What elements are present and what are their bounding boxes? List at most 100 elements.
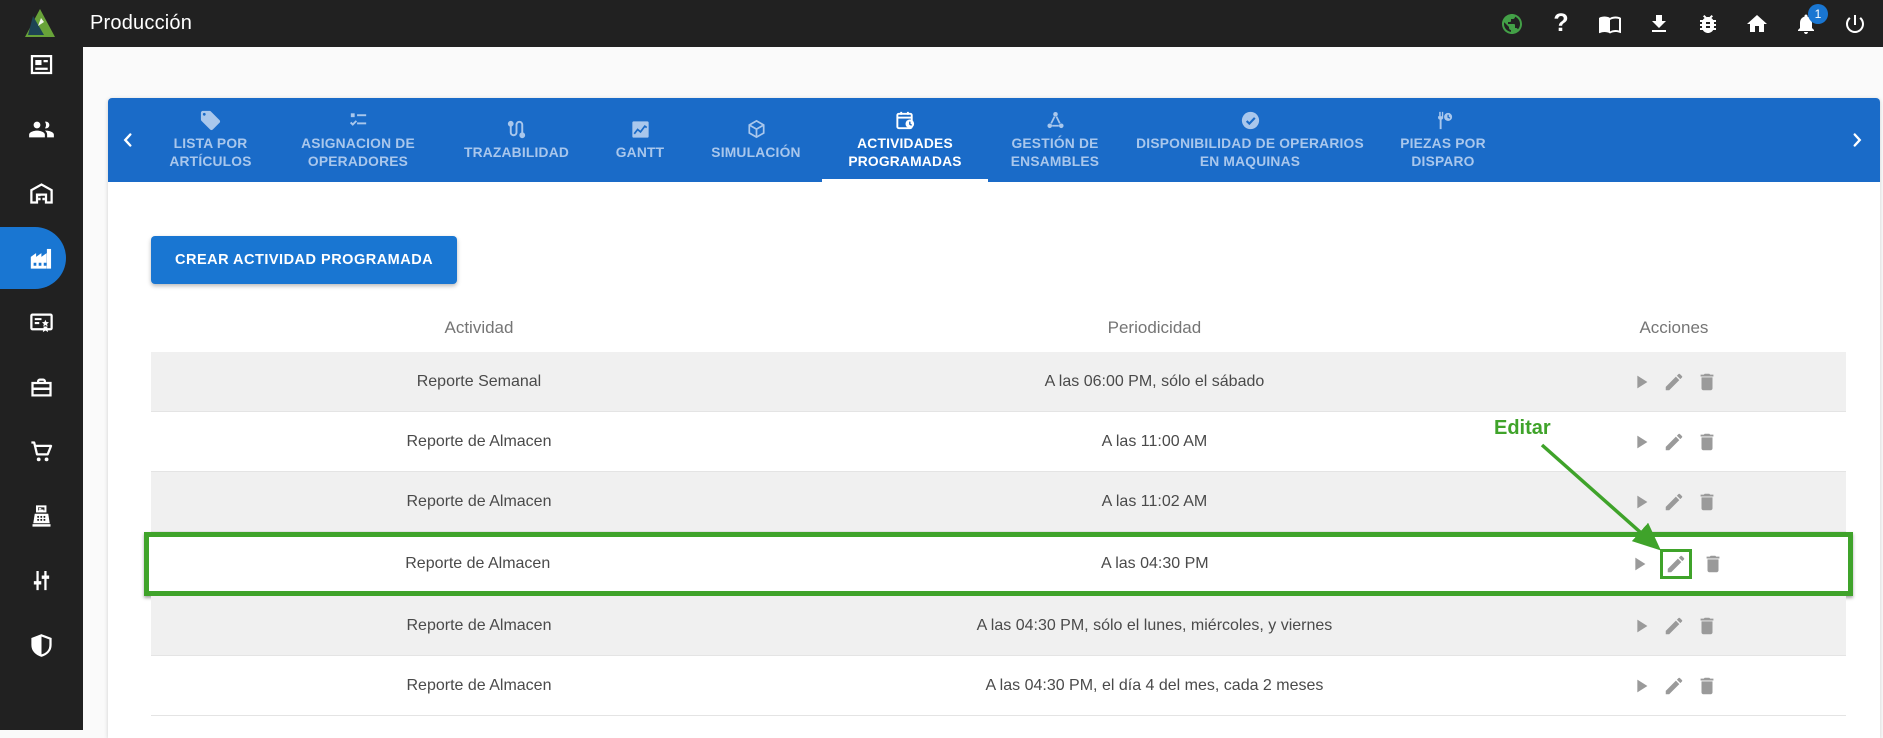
actions-cell [1502,490,1846,514]
tab-label: SIMULACIÓN [711,145,801,161]
sidebar-item-security[interactable] [0,614,83,676]
people-icon [28,116,55,143]
play-icon [1630,491,1652,513]
edit-icon [1665,553,1687,575]
table-row: Reporte Semanal A las 06:00 PM, sólo el s… [151,352,1846,412]
bug-icon[interactable] [1695,11,1721,37]
edit-button[interactable] [1659,549,1692,579]
table-row: Reporte de Almacen A las 04:30 PM, el día… [151,656,1846,716]
sidebar-item-pos[interactable] [0,485,83,547]
periodicity-cell: A las 04:30 PM, sólo el lunes, miércoles… [976,616,1333,634]
topbar-actions: ? 1 [1499,3,1883,37]
check-circle-icon [1239,109,1262,135]
edit-button[interactable] [1662,490,1686,514]
cart-icon [28,438,55,465]
edit-button[interactable] [1662,430,1686,454]
activities-table: Actividad Periodicidad Acciones Reporte … [144,304,1853,716]
tab-lista-por-art-culos[interactable]: LISTA POR ARTÍCULOS [148,98,273,182]
play-button[interactable] [1629,370,1653,394]
tab-label: PIEZAS POR DISPARO [1400,136,1486,169]
tab-actividades-programadas[interactable]: ACTIVIDADES PROGRAMADAS [822,98,988,182]
home-icon[interactable] [1744,11,1770,37]
delete-button[interactable] [1695,430,1719,454]
sidebar [0,47,83,730]
play-button[interactable] [1629,490,1653,514]
sidebar-item-staff[interactable] [0,98,83,160]
play-button[interactable] [1629,430,1653,454]
table-row: Reporte de Almacen A las 11:02 AM [151,472,1846,532]
sidebar-item-purchases[interactable] [0,420,83,482]
actions-cell [1503,549,1848,579]
table-body: Reporte Semanal A las 06:00 PM, sólo el s… [144,352,1853,716]
notification-badge: 1 [1808,3,1828,24]
create-scheduled-activity-button[interactable]: CREAR ACTIVIDAD PROGRAMADA [151,236,458,284]
power-icon[interactable] [1842,11,1868,37]
book-icon[interactable] [1597,11,1623,37]
tab-asignacion-de-operadores[interactable]: ASIGNACION DE OPERADORES [273,98,443,182]
tabs-scroll-left[interactable] [108,98,148,182]
tabs-scroll-right[interactable] [1834,98,1880,182]
sidebar-item-production[interactable] [0,227,83,289]
delete-button[interactable] [1695,674,1719,698]
tag-icon [199,109,222,135]
edit-button[interactable] [1662,614,1686,638]
play-button[interactable] [1629,614,1653,638]
tab-label: GESTIÓN DE ENSAMBLES [1010,136,1100,169]
play-icon [1630,431,1652,453]
tab-trazabilidad[interactable]: TRAZABILIDAD [443,98,590,182]
activity-cell: Reporte de Almacen [406,432,552,450]
play-icon [1630,615,1652,637]
briefcase-icon [28,374,55,401]
play-button[interactable] [1629,674,1653,698]
sidebar-item-warehouse[interactable] [0,162,83,224]
download-icon[interactable] [1646,11,1672,37]
edit-icon [1663,371,1685,393]
tab-gesti-n-de-ensambles[interactable]: GESTIÓN DE ENSAMBLES [988,98,1122,182]
sidebar-item-configuration[interactable] [0,549,83,611]
factory-icon [28,245,55,272]
cash-register-icon [28,503,55,530]
edit-icon [1663,431,1685,453]
delete-button[interactable] [1695,614,1719,638]
shield-icon [28,632,55,659]
chart-icon [629,118,652,144]
periodicity-cell: A las 04:30 PM, el día 4 del mes, cada 2… [985,676,1324,694]
delete-icon [1696,491,1718,513]
edit-button[interactable] [1662,370,1686,394]
activity-cell: Reporte de Almacen [405,555,551,572]
periodicity-cell: A las 06:00 PM, sólo el sábado [1044,372,1265,390]
tab-label: LISTA POR ARTÍCULOS [169,136,252,169]
editar-annotation-label: Editar [1494,417,1551,439]
topbar: Producción ? 1 [0,0,1883,47]
play-button[interactable] [1627,552,1651,576]
tab-label: DISPONIBILIDAD DE OPERARIOS EN MAQUINAS [1136,136,1364,169]
periodicity-cell: A las 11:00 AM [1101,432,1208,450]
help-icon[interactable]: ? [1548,11,1574,37]
activity-cell: Reporte de Almacen [406,492,552,510]
tab-content: CREAR ACTIVIDAD PROGRAMADA Actividad Per… [108,182,1880,716]
sidebar-item-assets[interactable] [0,356,83,418]
globe-icon[interactable] [1499,11,1525,37]
tab-simulaci-n[interactable]: SIMULACIÓN [690,98,822,182]
edit-icon [1663,675,1685,697]
tab-disponibilidad-de-operarios-en-maquinas[interactable]: DISPONIBILIDAD DE OPERARIOS EN MAQUINAS [1122,98,1378,182]
actions-cell [1502,430,1846,454]
table-header-row: Actividad Periodicidad Acciones [151,304,1846,352]
delete-button[interactable] [1695,370,1719,394]
delete-button[interactable] [1695,490,1719,514]
edit-button[interactable] [1662,674,1686,698]
delete-icon [1702,553,1724,575]
delete-icon [1696,371,1718,393]
tab-gantt[interactable]: GANTT [590,98,690,182]
play-icon [1630,371,1652,393]
table-row: Reporte de Almacen A las 11:00 AM [151,412,1846,472]
notifications-icon[interactable]: 1 [1793,3,1828,37]
tab-bar: LISTA POR ARTÍCULOS ASIGNACION DE OPERADO… [108,98,1880,182]
tab-piezas-por-disparo[interactable]: PIEZAS POR DISPARO [1378,98,1508,182]
header-periodicidad: Periodicidad [1107,318,1202,337]
delete-icon [1696,615,1718,637]
activity-cell: Reporte Semanal [416,372,542,390]
header-actividad: Actividad [444,318,514,337]
delete-button[interactable] [1701,552,1725,576]
sidebar-item-quality[interactable] [0,291,83,353]
